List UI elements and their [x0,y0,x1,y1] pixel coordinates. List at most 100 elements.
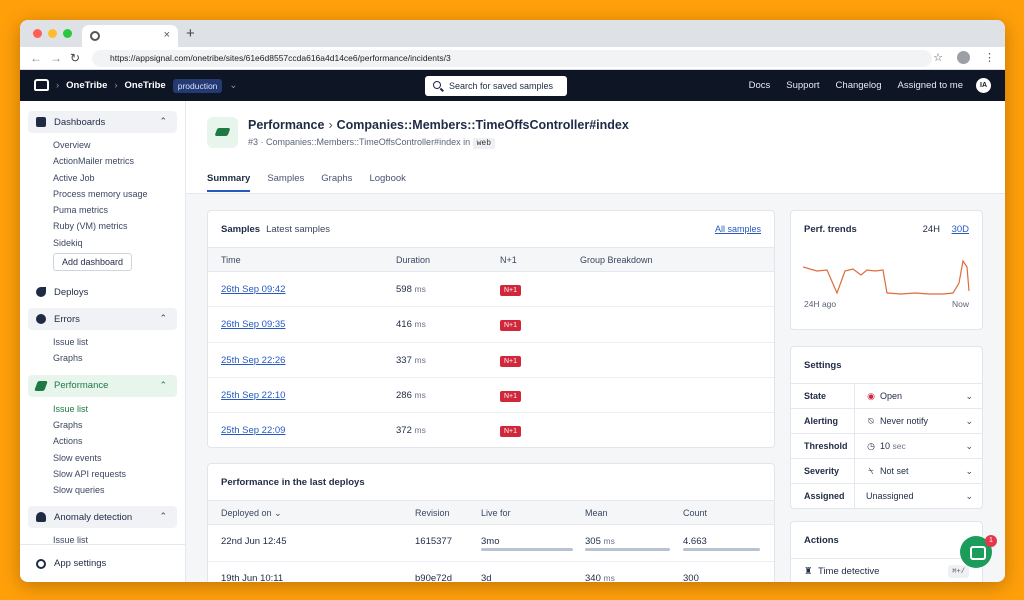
minimize-window-button[interactable] [48,29,57,38]
changelog-link[interactable]: Changelog [836,80,882,91]
group-breakdown-bar [580,356,761,366]
incident-header: Performance › Companies::Members::TimeOffs… [186,101,1005,194]
sidebar-item-slow-api[interactable]: Slow API requests [53,466,185,482]
sample-time-link[interactable]: 26th Sep 09:42 [221,272,285,307]
profile-icon[interactable] [957,51,970,64]
top-nav-links: Docs Support Changelog Assigned to me [749,70,963,101]
actions-card: Actions ♜ Time detective ⌘+/ [790,521,983,582]
kebab-menu-icon[interactable]: ⋮ [984,51,995,64]
sort-chevron-down-icon[interactable]: ⌄ [274,508,282,518]
sidebar-item-actionmailer[interactable]: ActionMailer metrics [53,153,185,169]
search-input[interactable]: Search for saved samples [425,76,567,96]
column-header-deployed-on[interactable]: Deployed on ⌄ [221,501,282,526]
trend-right-label: Now [951,299,969,309]
range-30d-button[interactable]: 30D [952,224,969,235]
close-window-button[interactable] [33,29,42,38]
main-content: Performance › Companies::Members::TimeOffs… [186,101,1005,582]
sidebar-item-actions[interactable]: Actions [53,433,185,449]
sidebar-item-ruby-vm[interactable]: Ruby (VM) metrics [53,218,185,234]
sidebar-item-perf-issue-list[interactable]: Issue list [53,401,185,417]
tab-logbook[interactable]: Logbook [369,173,405,192]
sidebar-item-deploys[interactable]: Deploys [28,281,177,303]
url-field[interactable]: https://appsignal.com/onetribe/sites/61e… [92,50,932,67]
table-row[interactable]: 25th Sep 22:26 337 ms N+1 [208,343,774,378]
sidebar-item-error-graphs[interactable]: Graphs [53,350,185,366]
mean-value: 305 [585,536,601,547]
sidebar-item-active-job[interactable]: Active Job [53,170,185,186]
docs-link[interactable]: Docs [749,80,771,91]
sidebar-item-perf-graphs[interactable]: Graphs [53,417,185,433]
duration-value: 337 [396,354,412,366]
bookmark-star-icon[interactable]: ☆ [933,51,943,64]
reload-icon[interactable]: ↻ [70,51,80,65]
org-link[interactable]: OneTribe [66,80,107,91]
severity-select[interactable]: ⍀ Not set ⌄ [854,459,981,484]
state-select[interactable]: ◉ Open ⌄ [854,384,981,409]
sidebar-item-process-memory[interactable]: Process memory usage [53,186,185,202]
rocket-icon [36,287,46,298]
avatar[interactable]: IA [976,78,991,93]
sample-time-link[interactable]: 25th Sep 22:10 [221,378,285,413]
actions-header: Actions [791,522,982,558]
alerting-select[interactable]: ⍉ Never notify ⌄ [854,409,981,434]
deploy-revision[interactable]: b90e72d [415,562,452,582]
app-link[interactable]: OneTribe [125,80,166,91]
sample-time-link[interactable]: 25th Sep 22:26 [221,343,285,378]
table-row[interactable]: 19th Jun 10:11 b90e72d 3d 340 ms 300 [208,562,774,582]
action-time-detective[interactable]: ♜ Time detective ⌘+/ [791,558,982,582]
sample-time-link[interactable]: 26th Sep 09:35 [221,307,285,342]
new-tab-button[interactable]: + [186,25,195,42]
setting-row-alerting: Alerting ⍉ Never notify ⌄ [791,408,982,434]
sidebar-item-sidekiq[interactable]: Sidekiq [53,235,185,251]
sample-time-link[interactable]: 25th Sep 22:09 [221,413,285,447]
all-samples-link[interactable]: All samples [715,224,761,234]
sidebar-group-anomaly[interactable]: Anomaly detection ⌃ [28,506,177,529]
tab-summary[interactable]: Summary [207,173,251,192]
sidebar-item-slow-queries[interactable]: Slow queries [53,482,185,498]
appsignal-logo-icon[interactable] [34,79,49,91]
sidebar-item-slow-events[interactable]: Slow events [53,450,185,466]
close-tab-icon[interactable]: × [164,29,170,41]
sidebar-item-error-issue-list[interactable]: Issue list [53,334,185,350]
table-row[interactable]: 25th Sep 22:10 286 ms N+1 [208,378,774,414]
range-24h-button[interactable]: 24H [923,224,940,235]
back-arrow-icon[interactable]: ← [30,51,42,65]
support-link[interactable]: Support [786,80,819,91]
tab-graphs[interactable]: Graphs [321,173,352,192]
browser-tab[interactable]: × [82,25,178,47]
sidebar-group-dashboards[interactable]: Dashboards ⌃ [28,111,177,133]
assigned-to-me-link[interactable]: Assigned to me [898,80,963,91]
chevron-up-icon[interactable]: ⌃ [159,380,167,391]
assigned-select[interactable]: Unassigned ⌄ [854,484,981,508]
environment-badge[interactable]: production [172,78,223,93]
add-dashboard-button[interactable]: Add dashboard [53,253,133,272]
deploy-revision[interactable]: 1615377 [415,525,452,558]
threshold-select[interactable]: ◷ 10 sec ⌄ [854,434,981,459]
browser-window: × + ← → ↻ https://appsignal.com/onetribe… [20,20,1005,582]
forward-arrow-icon[interactable]: → [50,51,62,65]
table-row[interactable]: 22nd Jun 12:45 1615377 3mo 305 ms 4.663 [208,525,774,562]
column-header-revision: Revision [415,508,450,518]
table-row[interactable]: 25th Sep 22:09 372 ms N+1 [208,413,774,447]
chevron-down-icon: ⌄ [965,491,973,501]
table-row[interactable]: 26th Sep 09:35 416 ms N+1 [208,307,774,343]
table-row[interactable]: 26th Sep 09:42 598 ms N+1 [208,272,774,308]
sidebar-group-performance[interactable]: Performance ⌃ [28,374,177,397]
sidebar-item-overview[interactable]: Overview [53,137,185,153]
sidebar-item-puma[interactable]: Puma metrics [53,202,185,218]
browser-tools: ☆ ⋮ [933,51,995,64]
tab-samples[interactable]: Samples [267,173,304,192]
samples-card-header: Samples Latest samples All samples [208,211,774,247]
setting-row-state: State ◉ Open ⌄ [791,383,982,409]
chevron-up-icon[interactable]: ⌃ [159,116,167,127]
section-link[interactable]: Performance [248,118,324,132]
duration-value: 598 [396,284,412,295]
chevron-up-icon[interactable]: ⌃ [159,313,167,324]
chevron-up-icon[interactable]: ⌃ [159,511,167,522]
chevron-down-icon[interactable]: ⌄ [229,80,237,91]
app-settings-link[interactable]: App settings [20,544,185,582]
settings-header: Settings [791,347,982,383]
deploy-date: 22nd Jun 12:45 [221,536,287,547]
sidebar-group-errors[interactable]: Errors ⌃ [28,308,177,331]
zoom-window-button[interactable] [63,29,72,38]
